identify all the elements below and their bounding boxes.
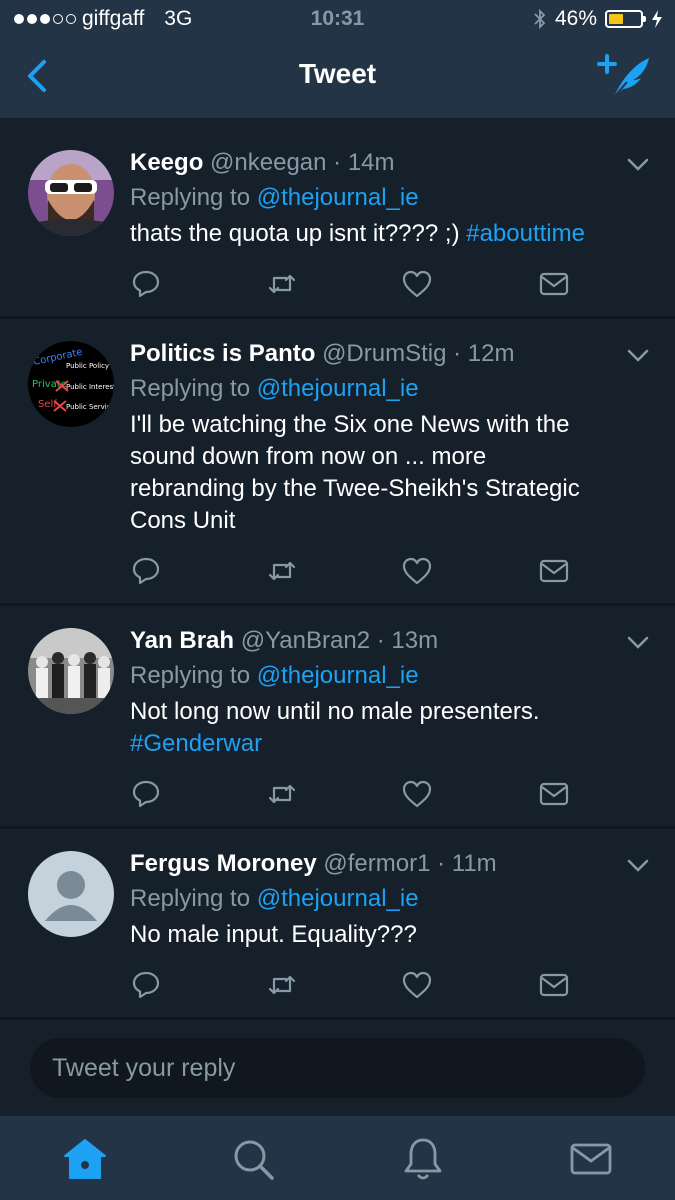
reply-input[interactable]: Tweet your reply (30, 1038, 645, 1098)
header: giffgaff 3G 10:31 46% Tweet (0, 0, 675, 118)
reply-feed: Keego @nkeegan · 14m Replying to @thejou… (0, 128, 675, 1020)
like-icon[interactable] (401, 555, 433, 587)
replying-to: Replying to @thejournal_ie (130, 371, 645, 407)
avatar-word: Public Interest (66, 383, 114, 391)
like-icon[interactable] (401, 778, 433, 810)
author-handle[interactable]: @fermor1 (323, 850, 430, 877)
replying-to-label: Replying to (130, 662, 251, 689)
avatar[interactable] (28, 851, 114, 937)
direct-message-icon[interactable] (538, 969, 570, 1001)
tweet-text-line: No male input. Equality??? (130, 921, 417, 948)
tweet-text-line: rebranding by the Twee-Sheikh's Strategi… (130, 475, 580, 502)
page-title: Tweet (298, 58, 377, 89)
tweet-actions (130, 268, 570, 304)
like-icon[interactable] (401, 268, 433, 300)
chevron-down-icon[interactable] (627, 636, 649, 650)
messages-icon[interactable] (566, 1134, 616, 1184)
retweet-icon[interactable] (266, 268, 298, 300)
tweet-card[interactable]: Keego @nkeegan · 14m Replying to @thejou… (0, 128, 675, 319)
battery-icon (605, 10, 646, 28)
chevron-down-icon[interactable] (627, 349, 649, 363)
notifications-icon[interactable] (398, 1134, 448, 1184)
author-handle[interactable]: @YanBran2 (241, 627, 370, 654)
avatar[interactable]: Corporate Public Policy Private Public I… (28, 341, 114, 427)
like-icon[interactable] (401, 969, 433, 1001)
tweet-time: · 13m (376, 627, 439, 654)
chevron-down-icon[interactable] (627, 859, 649, 873)
replying-to: Replying to @thejournal_ie (130, 658, 645, 694)
avatar-word: Public Service (66, 403, 114, 411)
tab-bar (0, 1116, 675, 1200)
author-name[interactable]: Politics is Panto (130, 340, 315, 367)
reply-icon[interactable] (130, 268, 162, 300)
replying-to-label: Replying to (130, 184, 251, 211)
replying-to-label: Replying to (130, 885, 251, 912)
tweet-actions (130, 969, 570, 1005)
retweet-icon[interactable] (266, 778, 298, 810)
author-name[interactable]: Fergus Moroney (130, 850, 317, 877)
nav-bar: Tweet (0, 40, 675, 112)
charging-bolt-icon (652, 10, 662, 28)
author-handle[interactable]: @DrumStig (322, 340, 446, 367)
tweet-text-line: Cons Unit (130, 507, 236, 534)
tweet-text-line: sound down from now on ... more (130, 443, 487, 470)
search-icon[interactable] (228, 1134, 278, 1184)
replying-to: Replying to @thejournal_ie (130, 881, 645, 917)
bluetooth-icon (534, 8, 546, 30)
reply-icon[interactable] (130, 969, 162, 1001)
author-name[interactable]: Keego (130, 149, 203, 176)
hashtag-link[interactable]: #Genderwar (130, 728, 645, 760)
author-handle[interactable]: @nkeegan (210, 149, 326, 176)
retweet-icon[interactable] (266, 555, 298, 587)
tweet-text-line: thats the quota up isnt it???? ;) (130, 220, 467, 247)
reply-bar: Tweet your reply (0, 1020, 675, 1116)
tweet-text: No male input. Equality??? (130, 919, 645, 951)
avatar[interactable] (28, 628, 114, 714)
retweet-icon[interactable] (266, 969, 298, 1001)
avatar[interactable] (28, 150, 114, 236)
battery-percent: 46% (554, 7, 597, 30)
direct-message-icon[interactable] (538, 268, 570, 300)
home-icon[interactable] (60, 1134, 110, 1184)
tweet-text-line: I'll be watching the Six one News with t… (130, 411, 570, 438)
mention-link[interactable]: @thejournal_ie (257, 885, 419, 912)
replying-to-label: Replying to (130, 375, 251, 402)
tweet-actions (130, 778, 570, 814)
direct-message-icon[interactable] (538, 778, 570, 810)
hashtag-link[interactable]: #abouttime (466, 220, 585, 247)
tweet-text: I'll be watching the Six one News with t… (130, 409, 645, 537)
tweet-card[interactable]: Corporate Public Policy Private Public I… (0, 319, 675, 606)
tweet-time: · 12m (453, 340, 515, 367)
compose-tweet-icon[interactable] (597, 52, 653, 100)
mention-link[interactable]: @thejournal_ie (257, 662, 419, 689)
direct-message-icon[interactable] (538, 555, 570, 587)
tweet-text: Not long now until no male presenters. #… (130, 696, 645, 760)
reply-icon[interactable] (130, 778, 162, 810)
tweet-card[interactable]: Yan Brah @YanBran2 · 13m Replying to @th… (0, 606, 675, 829)
tweet-text-line: Not long now until no male presenters. (130, 698, 540, 725)
tweet-time: · 11m (437, 850, 497, 877)
chevron-down-icon[interactable] (627, 158, 649, 172)
replying-to: Replying to @thejournal_ie (130, 180, 645, 216)
author-name[interactable]: Yan Brah (130, 627, 234, 654)
tweet-text: thats the quota up isnt it???? ;) #about… (130, 218, 645, 250)
tweet-card[interactable]: Fergus Moroney @fermor1 · 11m Replying t… (0, 829, 675, 1020)
tweet-actions (130, 555, 570, 591)
reply-icon[interactable] (130, 555, 162, 587)
tweet-time: · 14m (333, 149, 395, 176)
status-bar: giffgaff 3G 10:31 46% (0, 0, 675, 40)
avatar-word: Public Policy (66, 362, 109, 370)
mention-link[interactable]: @thejournal_ie (257, 184, 419, 211)
mention-link[interactable]: @thejournal_ie (257, 375, 419, 402)
